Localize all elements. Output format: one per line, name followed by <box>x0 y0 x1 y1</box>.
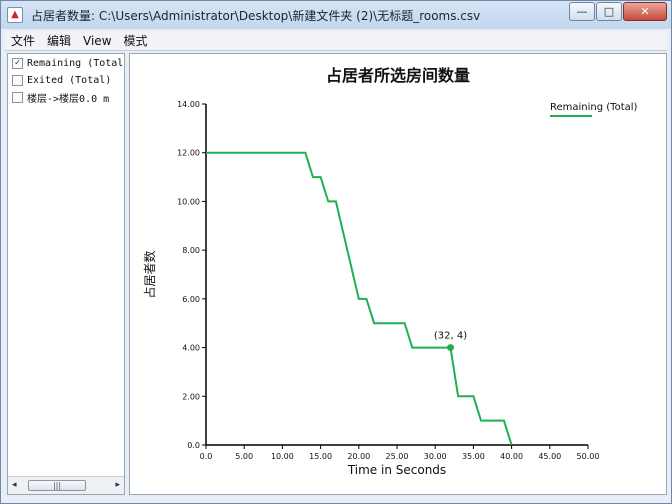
series-line-remaining <box>206 151 513 446</box>
remaining-checkbox[interactable]: ✓ <box>12 57 23 69</box>
x-tick-label: 0.0 <box>200 452 213 461</box>
series-item-exited[interactable]: Exited (Total) <box>8 72 124 88</box>
x-tick-label: 40.00 <box>500 452 523 461</box>
scroll-right-icon[interactable]: ▸ <box>115 480 120 490</box>
floor-checkbox[interactable] <box>12 91 23 103</box>
app-window: ▲ 占居者数量: C:\Users\Administrator\Desktop\… <box>0 0 672 504</box>
minimize-button[interactable]: — <box>569 2 595 21</box>
series-item-label: 楼层->楼层0.0 m <box>27 93 110 105</box>
chart-title: 占居者所选房间数量 <box>325 66 470 85</box>
y-tick-label: 10.00 <box>177 197 200 206</box>
y-tick-label: 4.00 <box>182 344 200 353</box>
x-tick-label: 20.00 <box>347 452 370 461</box>
x-axis-label: Time in Seconds <box>347 463 446 477</box>
y-tick-label: 0.0 <box>187 441 200 450</box>
series-item-floor[interactable]: 楼层->楼层0.0 m <box>8 89 124 105</box>
x-tick-label: 45.00 <box>538 452 561 461</box>
y-tick-label: 2.00 <box>182 392 200 401</box>
x-tick-label: 10.00 <box>271 452 294 461</box>
legend-label: Remaining (Total) <box>550 102 638 113</box>
annotation-point <box>446 344 454 352</box>
x-tick-label: 30.00 <box>424 452 447 461</box>
scroll-thumb[interactable]: ||| <box>28 480 86 491</box>
series-panel: ✓ Remaining (Total) Exited (Total) 楼层->楼… <box>7 53 125 495</box>
scroll-left-icon[interactable]: ◂ <box>12 480 17 490</box>
x-tick-label: 50.00 <box>577 452 600 461</box>
series-item-label: Exited (Total) <box>27 74 112 86</box>
annotation-label: (32, 4) <box>434 331 467 342</box>
series-list: ✓ Remaining (Total) Exited (Total) 楼层->楼… <box>8 54 124 476</box>
x-tick-label: 5.00 <box>235 452 253 461</box>
exited-checkbox[interactable] <box>12 74 23 86</box>
y-tick-label: 6.00 <box>182 295 200 304</box>
x-tick-label: 25.00 <box>386 452 409 461</box>
menu-file[interactable]: 文件 <box>5 32 41 49</box>
window-title: 占居者数量: C:\Users\Administrator\Desktop\新建… <box>31 9 481 23</box>
menu-bar: 文件 编辑 View 模式 <box>5 31 667 51</box>
line-chart: 0.0 5.00 10.00 15.00 20.00 25.00 30.00 35.00 40.… <box>142 100 638 477</box>
x-tick-label: 15.00 <box>309 452 332 461</box>
app-icon: ▲ <box>7 7 23 23</box>
menu-view[interactable]: View <box>77 34 117 48</box>
title-bar[interactable]: ▲ 占居者数量: C:\Users\Administrator\Desktop\… <box>1 1 671 29</box>
series-item-label: Remaining (Total) <box>27 57 124 69</box>
x-tick-label: 35.00 <box>462 452 485 461</box>
y-axis-label: 占居者数 <box>142 250 157 298</box>
y-tick-label: 12.00 <box>177 149 200 158</box>
menu-edit[interactable]: 编辑 <box>41 32 77 49</box>
close-button[interactable]: ✕ <box>623 2 667 21</box>
horizontal-scrollbar[interactable]: ◂ ||| ▸ <box>8 476 124 494</box>
y-tick-label: 8.00 <box>182 246 200 255</box>
menu-mode[interactable]: 模式 <box>118 32 154 49</box>
series-item-remaining[interactable]: ✓ Remaining (Total) <box>8 55 124 71</box>
chart-panel: 占居者所选房间数量 0.0 5.00 10.00 15.00 20.00 25.00 30.… <box>129 53 667 495</box>
y-tick-label: 14.00 <box>177 100 200 109</box>
maximize-button[interactable]: □ <box>596 2 622 21</box>
window-controls: — □ ✕ <box>569 2 667 21</box>
